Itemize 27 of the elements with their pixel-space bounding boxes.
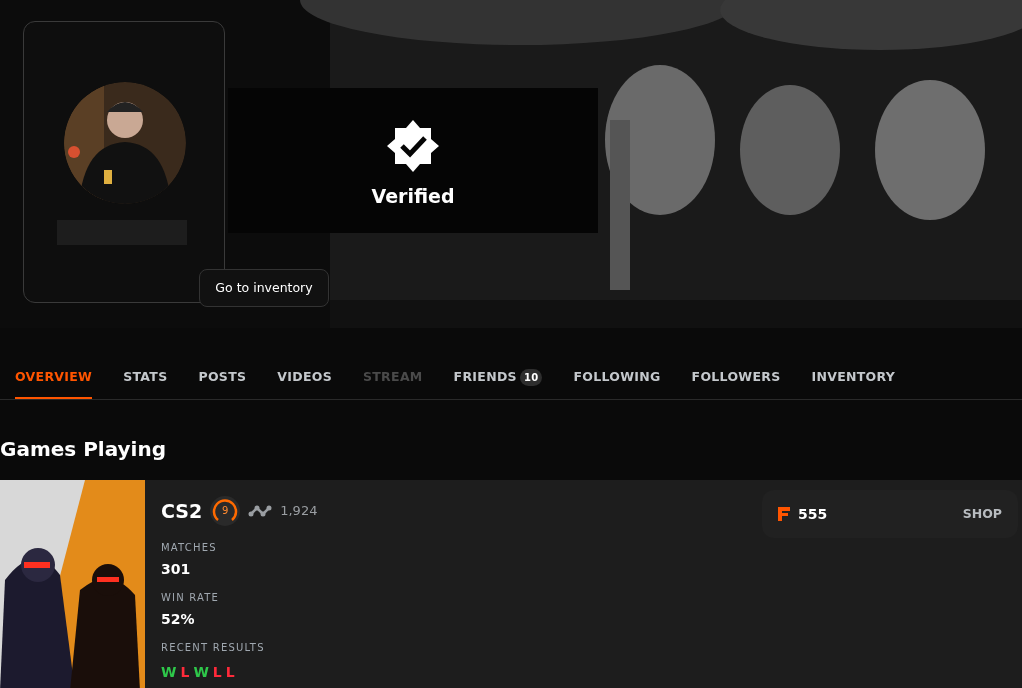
match-result: L — [225, 664, 235, 680]
match-result: W — [161, 664, 177, 680]
stat-value: 52% — [161, 610, 196, 628]
match-result: L — [180, 664, 190, 680]
stat-value: 301 — [161, 560, 192, 578]
profile-tab[interactable]: POSTS — [198, 368, 247, 399]
elo-rating: 1,924 — [280, 502, 318, 521]
profile-tab[interactable]: OVERVIEW — [15, 368, 93, 399]
stat-label: MATCHES — [161, 542, 218, 554]
game-title: CS2 — [161, 498, 203, 524]
stat-label: WIN RATE — [161, 592, 221, 604]
profile-tab[interactable]: FRIENDS 10 — [453, 368, 543, 399]
profile-tab[interactable]: STATS — [123, 368, 168, 399]
match-result: L — [212, 664, 222, 680]
points-amount: 555 — [798, 504, 828, 524]
section-title: Games Playing — [0, 436, 168, 463]
points-logo-icon — [778, 507, 790, 521]
count-badge: 10 — [519, 369, 543, 387]
profile-tab[interactable]: VIDEOS — [277, 368, 332, 399]
profile-tab[interactable]: FOLLOWING — [573, 368, 661, 399]
match-result: W — [193, 664, 209, 680]
shop-link[interactable]: SHOP — [962, 504, 1002, 524]
profile-tab[interactable]: FOLLOWERS — [691, 368, 781, 399]
level-indicator: 9 — [210, 496, 241, 526]
elo-graph-icon — [248, 504, 273, 518]
profile-tab[interactable]: INVENTORY — [811, 368, 896, 399]
stat-label: RECENT RESULTS — [161, 642, 266, 654]
